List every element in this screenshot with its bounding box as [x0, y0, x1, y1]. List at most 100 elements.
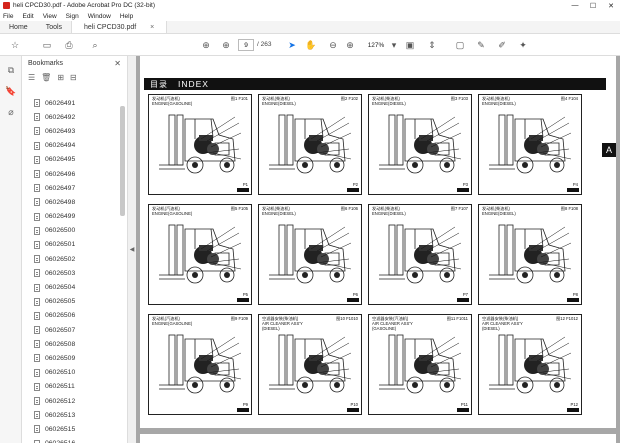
- tab-tools[interactable]: Tools: [37, 21, 71, 33]
- bookmark-item[interactable]: 06026493: [22, 124, 120, 138]
- print-icon[interactable]: ⎙: [63, 39, 75, 51]
- menu-window[interactable]: Window: [88, 13, 111, 20]
- bookmark-item[interactable]: 06026495: [22, 153, 120, 167]
- fit-page-icon[interactable]: ▣: [404, 39, 416, 51]
- cell-figure-number: 图3 F103: [450, 96, 468, 101]
- page-thumbnails-icon[interactable]: ⧉: [5, 64, 17, 76]
- close-window-button[interactable]: ✕: [602, 0, 620, 11]
- forklift-diagram: [379, 114, 462, 174]
- highlight-pen-icon[interactable]: ✎: [475, 39, 487, 51]
- bookmark-item[interactable]: 06026506: [22, 309, 120, 323]
- bookmark-options-icon[interactable]: ☰: [28, 73, 35, 82]
- bookmark-item[interactable]: 06026497: [22, 181, 120, 195]
- new-bookmark-icon[interactable]: ⊞: [57, 73, 64, 82]
- bookmark-item[interactable]: 06026500: [22, 224, 120, 238]
- close-panel-icon[interactable]: ✕: [114, 59, 121, 68]
- menu-help[interactable]: Help: [120, 13, 133, 20]
- comment-icon[interactable]: ▢: [454, 39, 466, 51]
- index-cell[interactable]: 发动机(柴油机) ENGINE(DIESEL) 图4 F104 P4: [478, 94, 582, 195]
- index-title-cn: 目录: [150, 79, 168, 89]
- forklift-diagram: [379, 334, 462, 394]
- index-cell[interactable]: 发动机(柴油机) ENGINE(DIESEL) 图2 F102 P2: [258, 94, 362, 195]
- star-icon[interactable]: ☆: [9, 39, 21, 51]
- page-ref-bar: [237, 188, 249, 192]
- bookmark-item[interactable]: 06026498: [22, 195, 120, 209]
- bookmarks-scrollbar[interactable]: [120, 100, 125, 440]
- bookmark-item[interactable]: 06026513: [22, 408, 120, 422]
- bookmark-item[interactable]: 06026491: [22, 96, 120, 110]
- index-cell[interactable]: 空滤器安装(柴油机) AIR CLEANER ASS'Y (DIESEL) 图10…: [258, 314, 362, 415]
- forklift-diagram: [379, 224, 462, 284]
- page-icon: [34, 184, 40, 193]
- index-cell[interactable]: 发动机(汽油机) ENGINE(GASOLINE) 图9 F109 P9: [148, 314, 252, 415]
- scroll-mode-icon[interactable]: ⇕: [426, 39, 438, 51]
- page-icon: [34, 397, 40, 406]
- expand-bookmark-icon[interactable]: ⊟: [70, 73, 77, 82]
- page-ref-bar: [567, 298, 579, 302]
- page-down-icon[interactable]: ⊕: [220, 39, 232, 51]
- search-icon[interactable]: ⌕: [89, 39, 101, 51]
- zoom-out-icon[interactable]: ⊖: [327, 39, 339, 51]
- bookmark-item[interactable]: 06026494: [22, 139, 120, 153]
- bookmark-item[interactable]: 06026502: [22, 252, 120, 266]
- bookmark-item[interactable]: 06026507: [22, 323, 120, 337]
- bookmark-item[interactable]: 06026492: [22, 110, 120, 124]
- bookmark-icon[interactable]: 🔖: [5, 85, 17, 97]
- page-number-input[interactable]: 9: [238, 39, 254, 51]
- index-cell[interactable]: 空滤器安装(柴油机) AIR CLEANER ASS'Y (DIESEL) 图12…: [478, 314, 582, 415]
- index-cell[interactable]: 发动机(柴油机) ENGINE(DIESEL) 图6 F106 P6: [258, 204, 362, 305]
- cell-page-ref: P10: [350, 402, 358, 407]
- menu-sign[interactable]: Sign: [66, 13, 79, 20]
- bookmark-item[interactable]: 06026508: [22, 337, 120, 351]
- index-cell[interactable]: 发动机(柴油机) ENGINE(DIESEL) 图8 F108 P8: [478, 204, 582, 305]
- page-icon: [34, 226, 40, 235]
- bookmark-item[interactable]: 06026512: [22, 394, 120, 408]
- attachments-icon[interactable]: ⌀: [5, 106, 17, 118]
- bookmark-label: 06026512: [45, 397, 76, 405]
- bookmark-item[interactable]: 06026501: [22, 238, 120, 252]
- cell-page-ref: P6: [352, 292, 358, 297]
- bookmark-item[interactable]: 06026509: [22, 351, 120, 365]
- select-cursor-icon[interactable]: ➤: [286, 39, 298, 51]
- minimize-button[interactable]: —: [566, 0, 584, 11]
- menu-view[interactable]: View: [43, 13, 57, 20]
- zoom-in-icon[interactable]: ⊕: [344, 39, 356, 51]
- bookmark-item[interactable]: 06026499: [22, 210, 120, 224]
- stamp-icon[interactable]: ✦: [517, 39, 529, 51]
- forklift-diagram: [489, 114, 572, 174]
- bookmark-item[interactable]: 06026515: [22, 422, 120, 436]
- page-ref-bar: [457, 188, 469, 192]
- page-up-icon[interactable]: ⊕: [200, 39, 212, 51]
- index-cell[interactable]: 发动机(柴油机) ENGINE(DIESEL) 图7 F107 P7: [368, 204, 472, 305]
- scrollbar-thumb[interactable]: [120, 106, 125, 216]
- index-cell[interactable]: 发动机(柴油机) ENGINE(DIESEL) 图3 F103 P3: [368, 94, 472, 195]
- bookmark-item[interactable]: 06026505: [22, 295, 120, 309]
- document-viewport[interactable]: 目录 INDEX A 发动机(汽油机) ENGINE(GASOLINE) 图1 F…: [136, 56, 620, 443]
- tab-home[interactable]: Home: [0, 21, 37, 33]
- toolbar: ☆ ▭ ⎙ ⌕ ⊕ ⊕ 9 / 263 ➤ ✋ ⊖ ⊕ 127% ▾ ▣ ⇕ ▢…: [0, 34, 620, 56]
- menu-file[interactable]: File: [3, 13, 13, 20]
- panel-splitter[interactable]: ◀: [128, 56, 136, 443]
- chevron-down-icon[interactable]: ▾: [388, 39, 400, 51]
- delete-bookmark-icon[interactable]: 🗑: [41, 73, 51, 82]
- bookmark-item[interactable]: 06026504: [22, 280, 120, 294]
- draw-icon[interactable]: ✐: [496, 39, 508, 51]
- index-cell[interactable]: 空滤器安装(汽油机) AIR CLEANER ASS'Y (GASOLINE) 图…: [368, 314, 472, 415]
- save-icon[interactable]: ▭: [41, 39, 53, 51]
- bookmark-label: 06026503: [45, 269, 76, 277]
- tab-document[interactable]: heli CPCD30.pdf ×: [71, 21, 168, 33]
- bookmark-item[interactable]: 06026496: [22, 167, 120, 181]
- index-cell[interactable]: 发动机(汽油机) ENGINE(GASOLINE) 图5 F105 P5: [148, 204, 252, 305]
- zoom-select[interactable]: 127%: [365, 39, 387, 51]
- section-edge-tab: A: [602, 143, 616, 157]
- bookmark-item[interactable]: 06026511: [22, 380, 120, 394]
- maximize-button[interactable]: ☐: [584, 0, 602, 11]
- collapse-arrow-icon[interactable]: ◀: [130, 246, 135, 253]
- menu-edit[interactable]: Edit: [22, 13, 33, 20]
- tab-close-icon[interactable]: ×: [150, 24, 154, 31]
- bookmark-item[interactable]: 06026516: [22, 437, 120, 443]
- bookmark-item[interactable]: 06026503: [22, 266, 120, 280]
- hand-tool-icon[interactable]: ✋: [305, 39, 317, 51]
- bookmark-item[interactable]: 06026510: [22, 366, 120, 380]
- index-cell[interactable]: 发动机(汽油机) ENGINE(GASOLINE) 图1 F101 P1: [148, 94, 252, 195]
